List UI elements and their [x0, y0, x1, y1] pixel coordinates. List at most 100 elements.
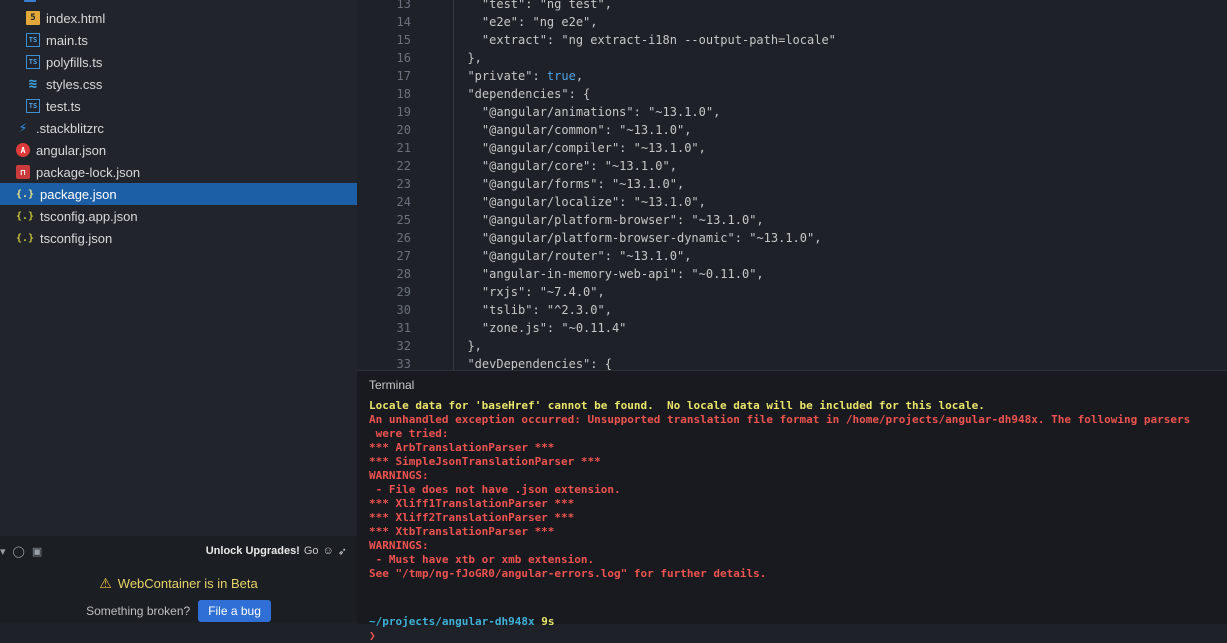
- beta-notice: ⚠ WebContainer is in Beta: [0, 575, 357, 592]
- line-number: 20: [396, 123, 411, 137]
- terminal-output-line: *** SimpleJsonTranslationParser ***: [369, 455, 601, 468]
- line-number: 13: [396, 0, 411, 11]
- file-name-label: styles.css: [46, 76, 103, 92]
- file-name-label: test.ts: [46, 98, 81, 114]
- file-tree-item[interactable]: ⚡ .stackblitzrc: [0, 117, 357, 139]
- chevron-icon[interactable]: ▾: [0, 545, 6, 558]
- line-number: 27: [396, 249, 411, 263]
- file-name-label: .stackblitzrc: [36, 120, 104, 136]
- warning-icon: ⚠: [99, 575, 112, 591]
- code-text: "rxjs": "~7.4.0",: [453, 285, 605, 299]
- terminal-output-line: WARNINGS:: [369, 469, 429, 482]
- unlock-upgrades-label: Unlock Upgrades!: [205, 545, 300, 557]
- line-number: 24: [396, 195, 411, 209]
- file-name-label: package.json: [40, 186, 117, 202]
- code-text: "tslib": "^2.3.0",: [453, 303, 612, 317]
- code-text: "e2e": "ng e2e",: [453, 15, 598, 29]
- ts-file-icon: TS: [26, 99, 40, 113]
- unlock-upgrades-link[interactable]: Unlock Upgrades! Go ☺ ➶: [206, 545, 347, 558]
- stackblitz-bolt-icon: ⚡: [18, 120, 28, 136]
- line-number: 23: [396, 177, 411, 191]
- file-name-label: index.html: [46, 10, 106, 26]
- css-file-icon: ≋: [28, 76, 38, 92]
- code-text: "angular-in-memory-web-api": "~0.11.0",: [453, 267, 764, 281]
- code-text: "@angular/core": "~13.1.0",: [453, 159, 677, 173]
- terminal-output-line: An unhandled exception occurred: Unsuppo…: [369, 413, 1191, 426]
- file-tree-item[interactable]: Aangular.json: [0, 139, 357, 161]
- terminal-output-line: were tried:: [369, 427, 449, 440]
- code-text: "private": true,: [453, 69, 584, 83]
- code-line: 20 "@angular/common": "~13.1.0",: [357, 121, 1227, 139]
- code-line: 16 },: [357, 49, 1227, 67]
- code-line: 30 "tslib": "^2.3.0",: [357, 301, 1227, 319]
- code-text: "@angular/forms": "~13.1.0",: [453, 177, 685, 191]
- beta-text: WebContainer is in Beta: [117, 576, 258, 591]
- code-text: },: [453, 339, 482, 353]
- file-name-label: tsconfig.app.json: [40, 208, 138, 224]
- code-text: "@angular/animations": "~13.1.0",: [453, 105, 721, 119]
- terminal-output-line: *** ArbTranslationParser ***: [369, 441, 555, 454]
- code-line: 18 "dependencies": {: [357, 85, 1227, 103]
- json-file-icon: {.}: [15, 232, 35, 244]
- terminal-output-line: Locale data for 'baseHref' cannot be fou…: [369, 399, 985, 412]
- prompt-symbol: ❯: [369, 629, 376, 642]
- line-number: 18: [396, 87, 411, 101]
- go-label: Go: [303, 545, 319, 557]
- sidebar-status-icons: ▾ ◯ ▣: [0, 545, 42, 558]
- file-name-label: angular.json: [36, 142, 107, 158]
- terminal-output-line: WARNINGS:: [369, 539, 429, 552]
- code-editor[interactable]: 13 "test": "ng test", 14 "e2e": "ng e2e",…: [357, 0, 1227, 370]
- line-number: 21: [396, 141, 411, 155]
- file-name-label: tsconfig.json: [40, 230, 113, 246]
- line-number: 17: [396, 69, 411, 83]
- github-icon[interactable]: ◯: [13, 545, 25, 558]
- file-tree-item[interactable]: {.} tsconfig.json: [0, 227, 357, 249]
- code-line: 27 "@angular/router": "~13.1.0",: [357, 247, 1227, 265]
- file-tree-item[interactable]: {.} package.json: [0, 183, 357, 205]
- file-name-label: polyfills.ts: [46, 54, 103, 70]
- file-tree-item[interactable]: 5 index.html: [0, 7, 357, 29]
- code-line: 32 },: [357, 337, 1227, 355]
- npm-lock-icon: ⊓: [16, 165, 30, 179]
- code-line: 13 "test": "ng test",: [357, 0, 1227, 13]
- code-line: 31 "zone.js": "~0.11.4": [357, 319, 1227, 337]
- code-text: "@angular/platform-browser-dynamic": "~1…: [453, 231, 822, 245]
- line-number: 30: [396, 303, 411, 317]
- code-line: 14 "e2e": "ng e2e",: [357, 13, 1227, 31]
- sidebar-status-bar: ▾ ◯ ▣ Unlock Upgrades! Go ☺ ➶: [0, 542, 357, 560]
- ts-file-icon: TS: [26, 55, 40, 69]
- file-tree-item[interactable]: {.} tsconfig.app.json: [0, 205, 357, 227]
- file-tree-item[interactable]: TS main.ts: [0, 29, 357, 51]
- code-line: 29 "rxjs": "~7.4.0",: [357, 283, 1227, 301]
- code-line: 23 "@angular/forms": "~13.1.0",: [357, 175, 1227, 193]
- bug-report-row: Something broken? File a bug: [0, 600, 357, 622]
- code-text: "zone.js": "~0.11.4": [453, 321, 627, 335]
- line-number: 31: [396, 321, 411, 335]
- file-name-label: main.ts: [46, 32, 88, 48]
- astronaut-icon: ☺: [322, 545, 334, 557]
- file-tree-item[interactable]: TS test.ts: [0, 95, 357, 117]
- file-bug-button[interactable]: File a bug: [198, 600, 271, 622]
- code-line: 19 "@angular/animations": "~13.1.0",: [357, 103, 1227, 121]
- line-number: 29: [396, 285, 411, 299]
- line-number: 14: [396, 15, 411, 29]
- code-text: "@angular/router": "~13.1.0",: [453, 249, 692, 263]
- terminal-output-line: *** Xliff2TranslationParser ***: [369, 511, 575, 524]
- file-tree-item[interactable]: TS polyfills.ts: [0, 51, 357, 73]
- file-tree-item[interactable]: ⊓ package-lock.json: [0, 161, 357, 183]
- prompt-duration: 9s: [541, 615, 555, 628]
- terminal-title: Terminal: [369, 378, 415, 392]
- terminal-output-line: - Must have xtb or xmb extension.: [369, 553, 595, 566]
- line-number: 33: [396, 357, 411, 370]
- code-text: "@angular/common": "~13.1.0",: [453, 123, 692, 137]
- line-number: 16: [396, 51, 411, 65]
- file-name-label: package-lock.json: [36, 164, 141, 180]
- terminal-output-line: - File does not have .json extension.: [369, 483, 621, 496]
- line-number: 25: [396, 213, 411, 227]
- chat-icon[interactable]: ▣: [32, 545, 42, 558]
- terminal-panel[interactable]: Terminal Locale data for 'baseHref' cann…: [357, 370, 1227, 642]
- terminal-output-line: *** Xliff1TranslationParser ***: [369, 497, 575, 510]
- file-tree-item[interactable]: ≋ styles.css: [0, 73, 357, 95]
- json-file-icon: {.}: [15, 188, 35, 200]
- rocket-icon: ➶: [337, 545, 347, 558]
